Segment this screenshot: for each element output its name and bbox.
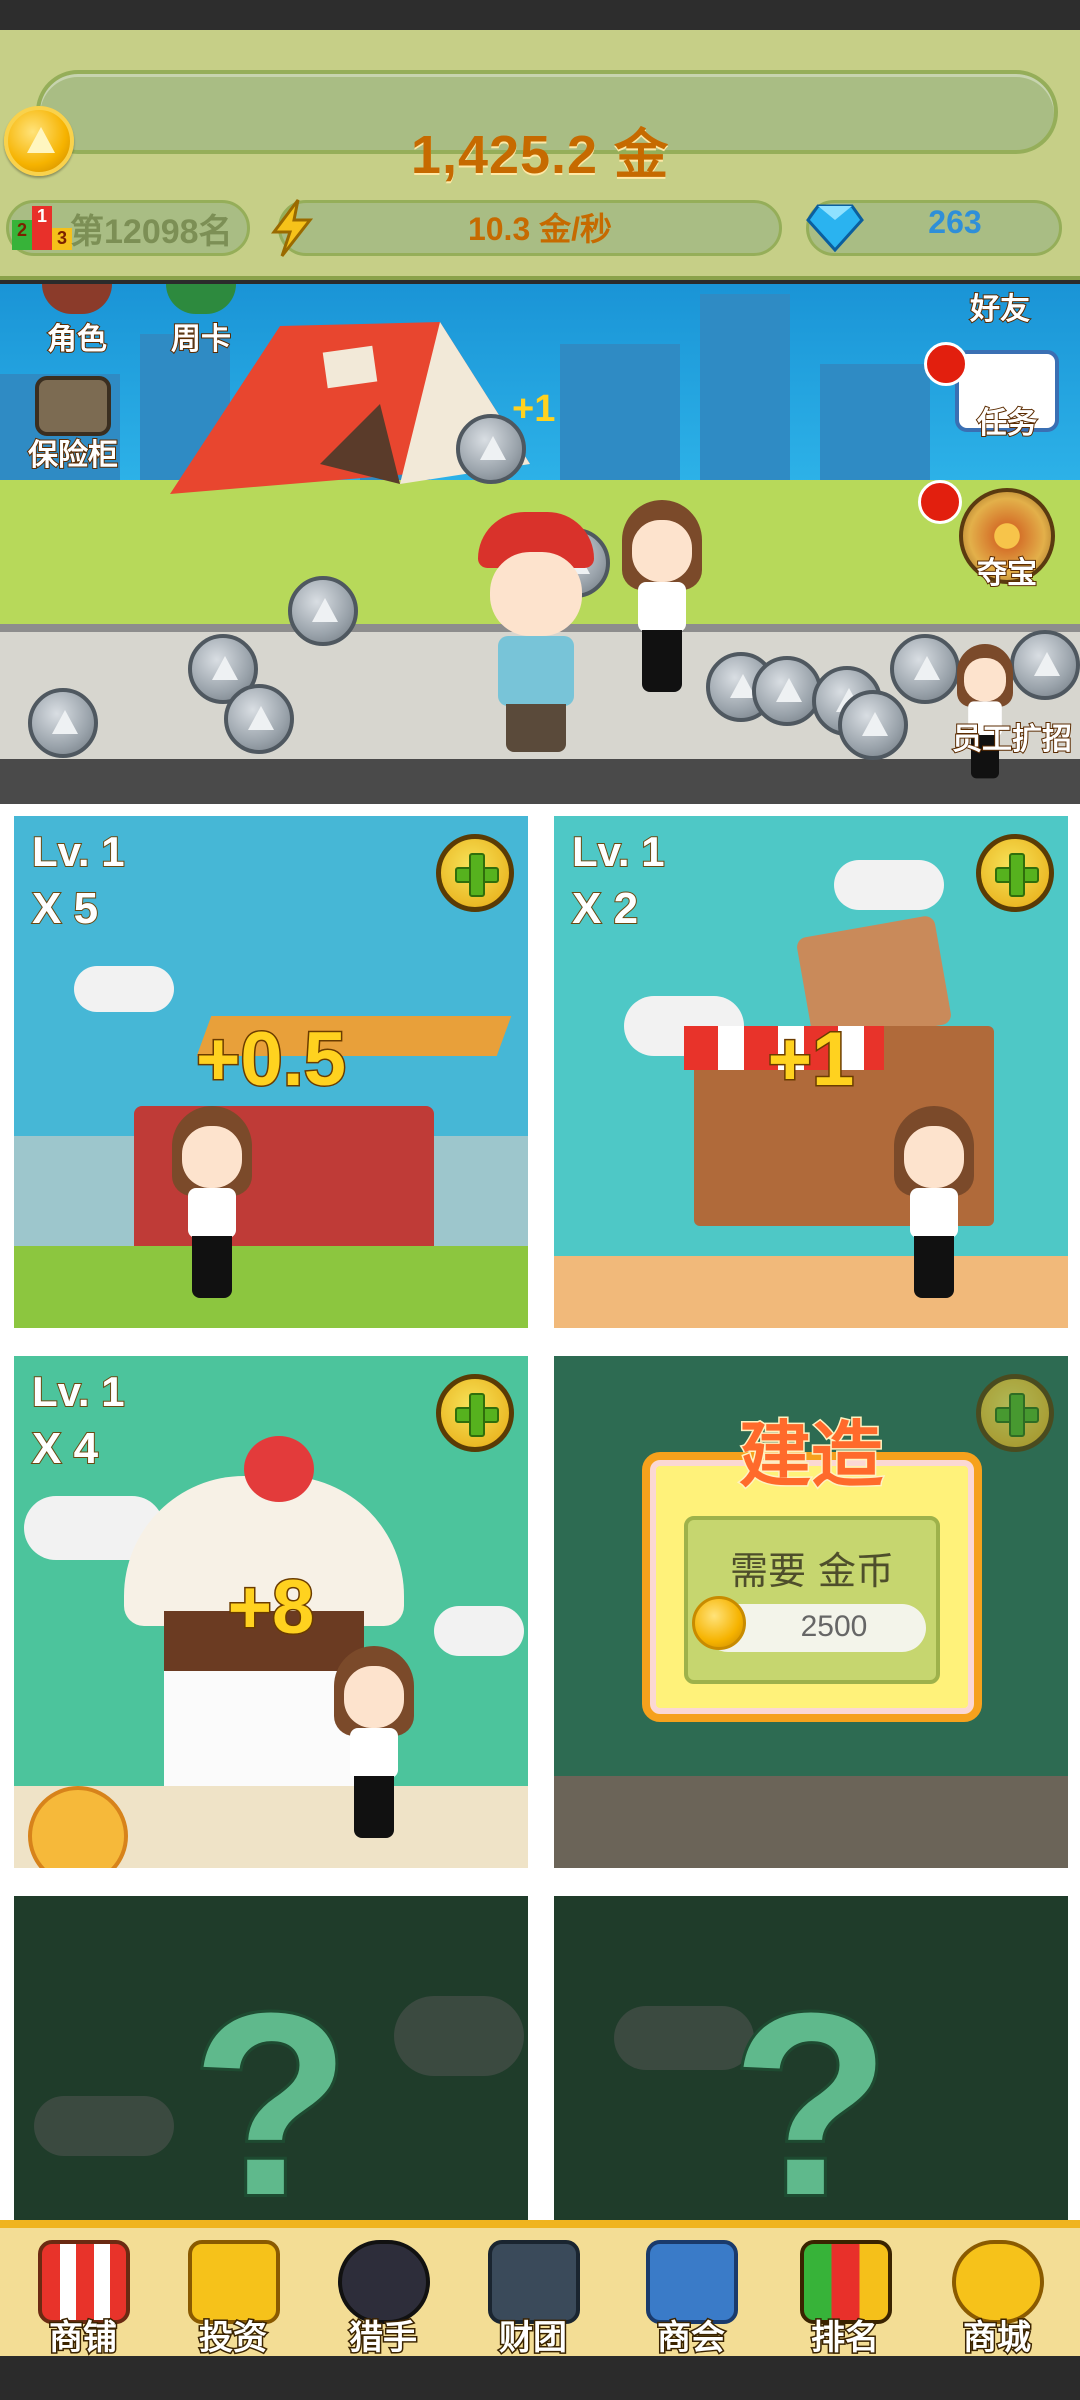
build-tile[interactable]: 建造 需要 金币 2500 (554, 1356, 1068, 1868)
tasks-notification-dot (924, 342, 968, 386)
tile-staff-count: X 4 (31, 1423, 99, 1474)
business-tile[interactable]: Lv. 1 X 5 +0.5 (14, 816, 528, 1328)
upgrade-plus-button[interactable] (436, 1374, 514, 1452)
build-title: 建造 (737, 1412, 884, 1499)
cherry (244, 1436, 314, 1502)
tile-income-gain: +8 (226, 1564, 316, 1652)
silver-coin[interactable] (1010, 630, 1080, 700)
building (560, 344, 680, 484)
gem-count: 263 (928, 204, 982, 240)
treasure-button[interactable]: 夺宝 (944, 488, 1070, 592)
locked-question-mark: ? (189, 1957, 354, 2220)
diamond-icon (806, 204, 864, 252)
build-requirement-label: 需要 金币 (729, 1549, 895, 1593)
coin-balance: 1,425.2 金 (410, 125, 670, 185)
rank-podium-icon: 2 1 3 (10, 198, 74, 254)
silver-coin[interactable] (28, 688, 98, 758)
status-bar (0, 0, 1080, 30)
staff-character (612, 500, 712, 700)
tile-ground (554, 1776, 1068, 1868)
staff-character (162, 1106, 262, 1306)
build-cost: 2500 (800, 1610, 868, 1643)
staff-character (884, 1106, 984, 1306)
staff-character (324, 1646, 424, 1846)
tile-income-gain: +0.5 (194, 1016, 347, 1104)
role-button[interactable]: 角色 (22, 284, 132, 358)
tile-level: Lv. 1 (31, 827, 126, 876)
silver-coin[interactable] (288, 576, 358, 646)
cloud (834, 860, 944, 910)
tile-ground (14, 1246, 528, 1328)
locked-question-mark: ? (729, 1957, 894, 2220)
tile-level: Lv. 1 (31, 1367, 126, 1416)
tile-staff-count: X 5 (31, 883, 99, 934)
upgrade-plus-button[interactable] (436, 834, 514, 912)
street-scene: +1 角色 周卡 保险柜 好友 任务 夺宝 员工扩招 (0, 284, 1080, 804)
locked-tile[interactable]: ? (554, 1896, 1068, 2220)
safe-button[interactable]: 保险柜 (18, 376, 128, 474)
nav-item-shop[interactable]: 商铺 (8, 2234, 158, 2360)
nav-item-consortium[interactable]: 财团 (458, 2234, 608, 2360)
hud: 1,425.2 金 2 1 3 第12098名 10.3 金/秒 263 (0, 30, 1080, 280)
business-tile[interactable]: Lv. 1 X 2 +1 (554, 816, 1068, 1328)
building (820, 364, 930, 484)
boss-face (490, 552, 582, 636)
rank-text: 第12098名 (70, 213, 233, 251)
silver-coin[interactable] (456, 414, 526, 484)
role-icon (42, 284, 112, 314)
tile-income-gain: +1 (766, 1016, 856, 1104)
income-rate: 10.3 金/秒 (467, 211, 613, 247)
nav-item-mall[interactable]: 商城 (922, 2234, 1072, 2360)
gold-coin-icon (692, 1596, 746, 1650)
upgrade-plus-button[interactable] (976, 834, 1054, 912)
silver-coin[interactable] (752, 656, 822, 726)
game-screen: 1,425.2 金 2 1 3 第12098名 10.3 金/秒 263 +1 … (0, 0, 1080, 2400)
nav-item-chamber[interactable]: 商会 (616, 2234, 766, 2360)
cloud (74, 966, 174, 1012)
nav-item-hunter[interactable]: 猎手 (308, 2234, 458, 2360)
boss-character[interactable] (476, 512, 596, 762)
locked-tile[interactable]: ? (14, 1896, 528, 2220)
friends-button[interactable]: 好友 (940, 284, 1060, 328)
recruit-button[interactable]: 员工扩招 (944, 714, 1080, 758)
boss-shirt (498, 636, 574, 706)
nav-item-invest[interactable]: 投资 (158, 2234, 308, 2360)
weekly-card-icon (166, 284, 236, 314)
tile-ground (554, 1256, 1068, 1328)
tile-staff-count: X 2 (571, 883, 639, 934)
nav-item-ranking[interactable]: 排名 (770, 2234, 920, 2360)
safe-icon (35, 376, 111, 436)
business-grid: Lv. 1 X 5 +0.5 Lv. 1 X 2 +1 Lv. 1 X 4 +8… (0, 804, 1080, 2220)
weekly-card-button[interactable]: 周卡 (146, 284, 256, 358)
boss-pants (506, 704, 566, 752)
treasure-notification-dot (918, 480, 962, 524)
curb (0, 759, 1080, 804)
floating-gain: +1 (512, 388, 556, 430)
silver-coin[interactable] (224, 684, 294, 754)
silver-coin[interactable] (838, 690, 908, 760)
tile-level: Lv. 1 (571, 827, 666, 876)
podium-third: 3 (52, 228, 72, 250)
podium-second: 2 (12, 220, 32, 250)
building (700, 294, 790, 484)
podium-first: 1 (32, 206, 52, 250)
business-tile[interactable]: Lv. 1 X 4 +8 (14, 1356, 528, 1868)
system-nav-bar (0, 2356, 1080, 2400)
